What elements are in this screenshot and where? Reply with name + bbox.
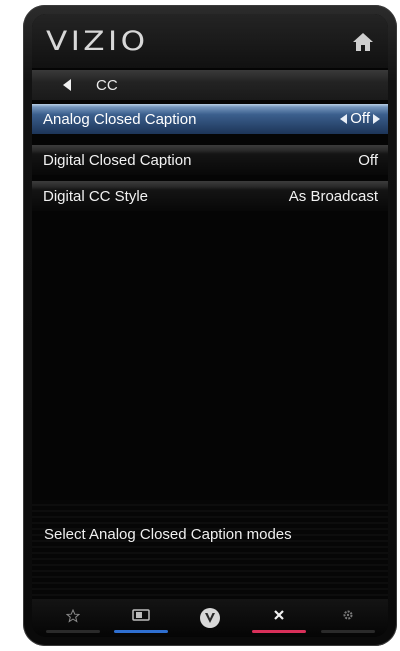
settings-button[interactable] <box>321 603 375 633</box>
chevron-right-icon[interactable] <box>373 113 380 124</box>
left-triangle-icon[interactable] <box>62 79 72 91</box>
close-button[interactable] <box>252 603 306 633</box>
menu-item-analog-closed-caption[interactable]: Analog Closed Caption Off <box>32 104 388 134</box>
favorites-button[interactable] <box>46 603 100 633</box>
footer-bar <box>32 599 388 637</box>
button-underline-red <box>252 630 306 633</box>
home-icon[interactable] <box>352 32 374 52</box>
menu-item-digital-cc-style[interactable]: Digital CC Style As Broadcast <box>32 181 388 211</box>
breadcrumb[interactable]: CC <box>32 70 388 100</box>
menu-item-value: As Broadcast <box>288 188 378 205</box>
screen: VIZIO CC Analog Closed Caption Off Digit… <box>32 14 388 637</box>
header: VIZIO <box>32 14 388 68</box>
help-text: Select Analog Closed Caption modes <box>44 526 292 543</box>
chevron-left-icon[interactable] <box>340 113 348 124</box>
menu-item-value: Off <box>358 152 378 169</box>
button-underline <box>46 630 100 633</box>
vizio-v-icon <box>200 608 220 628</box>
button-underline <box>321 630 375 633</box>
button-underline-blue <box>114 630 168 633</box>
menu-item-value-selector[interactable]: Off <box>340 110 380 127</box>
close-icon <box>274 610 284 620</box>
vizio-logo: VIZIO <box>46 26 149 57</box>
menu-item-digital-closed-caption[interactable]: Digital Closed Caption Off <box>32 145 388 175</box>
widget-icon <box>132 609 150 621</box>
widget-button[interactable] <box>114 603 168 633</box>
menu-item-label: Digital Closed Caption <box>43 152 192 169</box>
menu-item-label: Analog Closed Caption <box>43 111 197 128</box>
tv-frame: VIZIO CC Analog Closed Caption Off Digit… <box>23 5 397 646</box>
menu-item-label: Digital CC Style <box>43 188 149 205</box>
vizio-menu-button[interactable] <box>183 603 237 633</box>
breadcrumb-title: CC <box>96 77 118 94</box>
gear-icon <box>343 610 353 620</box>
star-icon <box>66 609 80 623</box>
description-background <box>32 500 388 600</box>
menu-item-value: Off <box>350 110 370 127</box>
